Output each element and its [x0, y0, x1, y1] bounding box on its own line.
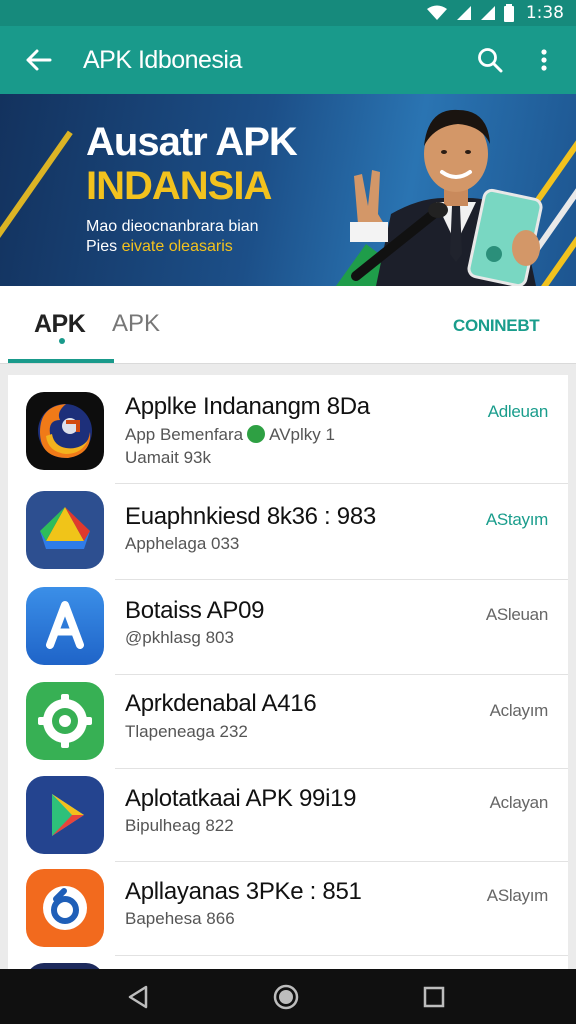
- banner-caption-2: Pies eivate oleasaris: [86, 238, 233, 256]
- status-time: 1:38: [525, 3, 564, 23]
- presenter-illustration: [336, 109, 543, 286]
- firefox-app-icon: [26, 392, 104, 470]
- app-action-button[interactable]: AStayım: [486, 510, 548, 530]
- bubble-app-icon: [26, 869, 104, 947]
- more-vert-icon: [541, 49, 547, 71]
- square-recents-icon: [423, 986, 445, 1008]
- app-developer: Tlapeneaga 232: [125, 722, 248, 741]
- app-rating: AVplky 1: [269, 425, 335, 444]
- battery-icon: [503, 4, 514, 22]
- nav-recents-button[interactable]: [418, 981, 450, 1013]
- verified-badge-icon: [247, 424, 266, 443]
- banner-caption-2a: Pies: [86, 238, 118, 255]
- navigation-bar: [0, 969, 576, 1024]
- promo-banner[interactable]: Ausatr APK INDANSIA Mao dieocnanbrara bi…: [0, 94, 576, 286]
- app-name: Euaphnkiesd 8k36 : 983: [125, 503, 376, 530]
- drive-app-icon: [26, 491, 104, 569]
- app-name: Apllayanas 3PKe : 851: [125, 878, 362, 905]
- tab-apk-label: APK: [34, 310, 86, 338]
- nav-back-button[interactable]: [122, 981, 154, 1013]
- more-options-button[interactable]: [528, 42, 560, 78]
- signal-icon-2: [480, 6, 495, 20]
- banner-headline: Ausatr APK: [86, 120, 298, 164]
- app-action-button[interactable]: ASleuan: [486, 605, 548, 625]
- app-action-button[interactable]: Aclayan: [490, 793, 549, 813]
- banner-stripe: [0, 130, 73, 249]
- banner-caption-1: Mao dieocnanbrara bian: [86, 218, 259, 235]
- banner-caption-2b: eivate oleasaris: [121, 238, 233, 255]
- app-bar: APK Idbonesia: [0, 26, 576, 94]
- app-name: Applke Indanangm 8Da: [125, 393, 370, 420]
- status-icons: 1:38: [426, 2, 564, 24]
- circle-home-icon: [273, 984, 299, 1010]
- triangle-back-icon: [128, 985, 148, 1009]
- app-bar-title: APK Idbonesia: [83, 46, 242, 74]
- app-size: Uamait 93k: [125, 448, 211, 467]
- arrow-left-icon: [26, 49, 52, 71]
- wifi-icon: [426, 5, 447, 20]
- search-icon: [478, 48, 503, 73]
- app-developer: Bapehesa 866: [125, 909, 235, 928]
- back-button[interactable]: [18, 42, 58, 78]
- app-name: Aplotatkaai APK 99i19: [125, 785, 357, 812]
- tab-bar: APK APK CONINEBT: [0, 286, 576, 364]
- play-store-icon: [26, 776, 104, 854]
- search-button[interactable]: [470, 42, 510, 78]
- list-item[interactable]: Applke Indanangm 8Da App Bemenfara AVplky…: [8, 375, 568, 484]
- app-developer-name: App Bemenfara: [125, 425, 244, 444]
- app-store-icon: [26, 587, 104, 665]
- app-developer: App Bemenfara AVplky 1: [125, 424, 335, 445]
- nav-home-button[interactable]: [270, 981, 302, 1013]
- connect-button[interactable]: CONINEBT: [453, 316, 540, 336]
- tab-apk-active[interactable]: APK: [8, 286, 114, 364]
- tab-apk-secondary[interactable]: APK: [112, 310, 160, 338]
- tab-underline: [8, 359, 114, 363]
- app-developer: @pkhlasg 803: [125, 628, 234, 647]
- status-bar: 1:38: [0, 0, 576, 26]
- app-list: Applke Indanangm 8Da App Bemenfara AVplky…: [8, 375, 568, 969]
- app-developer: Bipulheag 822: [125, 816, 234, 835]
- banner-subline: INDANSIA: [86, 164, 272, 208]
- tab-indicator-dot: [59, 338, 65, 344]
- list-item[interactable]: Apllayanas 3PKe : 851 Bapehesa 866 ASlay…: [8, 861, 568, 956]
- list-item[interactable]: Botaiss AP09 @pkhlasg 803 ASleuan: [8, 579, 568, 675]
- app-action-button[interactable]: ASlayım: [487, 886, 549, 906]
- list-item[interactable]: Aprkdenabal A416 Tlapeneaga 232 Aclayım: [8, 674, 568, 769]
- app-developer: Apphelaga 033: [125, 534, 240, 553]
- signal-icon: [456, 6, 471, 20]
- app-action-button[interactable]: Aclayım: [490, 701, 549, 721]
- list-item[interactable]: [8, 955, 568, 969]
- app-name: Aprkdenabal A416: [125, 690, 317, 717]
- list-item[interactable]: Euaphnkiesd 8k36 : 983 Apphelaga 033 ASt…: [8, 483, 568, 580]
- settings-app-icon: [26, 682, 104, 760]
- app-action-button[interactable]: Adleuan: [488, 402, 549, 422]
- app-name: Botaiss AP09: [125, 597, 265, 624]
- list-item[interactable]: Aplotatkaai APK 99i19 Bipulheag 822 Acla…: [8, 768, 568, 862]
